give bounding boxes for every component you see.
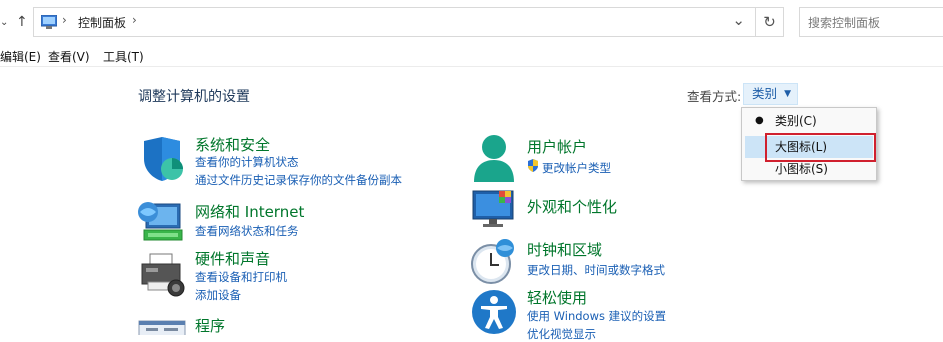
menu-edit[interactable]: 编辑(E) [0,48,41,65]
user-account-icon [474,135,514,182]
link-file-history-backup[interactable]: 通过文件历史记录保存你的文件备份副本 [195,172,402,188]
control-panel-icon [41,15,57,29]
breadcrumb-separator[interactable]: › [132,13,137,27]
link-optimize-visual-display[interactable]: 优化视觉显示 [527,326,596,342]
category-clock-region[interactable]: 时钟和区域 [527,239,602,260]
network-globe-icon [138,202,183,241]
breadcrumb-separator: › [62,13,67,27]
category-programs[interactable]: 程序 [195,315,225,336]
printer-icon [141,253,185,297]
view-option-label: 类别(C) [775,114,817,128]
link-change-account-type[interactable]: 更改帐户类型 [542,160,611,176]
search-input[interactable]: 搜索控制面板 [799,7,943,37]
category-appearance-personalization[interactable]: 外观和个性化 [527,196,617,217]
link-devices-printers[interactable]: 查看设备和打印机 [195,269,287,285]
shield-icon [144,137,183,181]
category-user-accounts[interactable]: 用户帐户 [527,136,587,157]
radio-bullet-icon: ● [755,115,764,126]
recent-locations-chevron-icon[interactable]: ⌄ [0,13,8,33]
search-placeholder: 搜索控制面板 [808,16,881,30]
clock-icon [471,239,514,284]
category-ease-of-access[interactable]: 轻松使用 [527,287,587,308]
category-hardware-sound[interactable]: 硬件和声音 [195,248,270,269]
menu-view[interactable]: 查看(V) [48,48,90,65]
link-change-date-time-format[interactable]: 更改日期、时间或数字格式 [527,262,665,278]
breadcrumb-control-panel[interactable]: 控制面板 [78,14,126,31]
link-add-device[interactable]: 添加设备 [195,287,241,303]
view-option-label: 小图标(S) [775,162,828,176]
view-option-category[interactable]: ● 类别(C) [745,110,873,132]
menu-tools[interactable]: 工具(T) [103,48,144,65]
caret-down-icon: ▼ [784,89,791,99]
link-view-computer-status[interactable]: 查看你的计算机状态 [195,154,299,170]
refresh-icon[interactable]: ↻ [756,7,784,37]
view-by-dropdown[interactable]: 类别 ▼ [743,83,798,105]
category-system-security[interactable]: 系统和安全 [195,134,270,155]
address-bar[interactable]: › 控制面板 › ⌄ [33,7,756,37]
menu-bar: 编辑(E) 查看(V) 工具(T) [0,44,943,66]
appearance-monitor-icon [472,190,514,227]
view-by-label: 查看方式: [687,89,742,104]
highlight-annotation-box [765,133,876,162]
category-network-internet[interactable]: 网络和 Internet [195,201,304,222]
address-dropdown-chevron-icon[interactable]: ⌄ [732,11,745,29]
page-title: 调整计算机的设置 [138,89,250,105]
accessibility-icon [472,290,516,334]
link-network-status[interactable]: 查看网络状态和任务 [195,223,299,239]
programs-icon [138,320,186,335]
uac-shield-icon [528,159,538,172]
menu-divider [0,66,943,67]
up-arrow-icon[interactable]: ↑ [16,12,28,32]
link-recommended-settings[interactable]: 使用 Windows 建议的设置 [527,308,666,324]
view-by-value: 类别 [752,86,778,101]
